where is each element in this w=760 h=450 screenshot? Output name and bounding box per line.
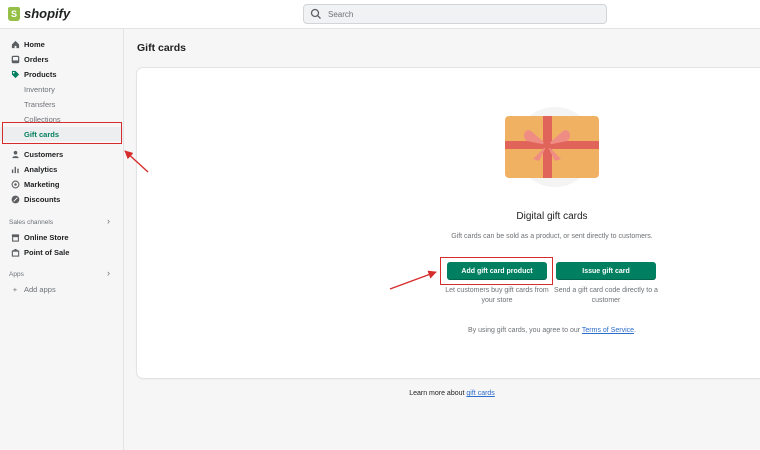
sidebar-item-home[interactable]: Home [0,37,123,51]
learn-more: Learn more about gift cards [137,390,760,397]
gift-card-illustration [505,107,599,187]
gift-cards-help-link[interactable]: gift cards [466,390,494,397]
terms-suffix: . [634,327,636,334]
add-apps-button[interactable]: + Add apps [0,282,123,296]
sidebar-item-label: Online Store [24,232,69,242]
shopify-logo[interactable]: shopify [8,6,70,21]
sales-channels-label: Sales channels [9,219,54,226]
pos-icon [10,247,20,257]
card-title: Digital gift cards [516,211,588,222]
search-input[interactable] [326,8,590,20]
bar-chart-icon [10,164,20,174]
sidebar-item-customers[interactable]: Customers [0,147,123,161]
sidebar-subitem-transfers[interactable]: Transfers [0,97,123,111]
sidebar-item-label: Marketing [24,179,60,189]
sidebar-item-analytics[interactable]: Analytics [0,162,123,176]
person-icon [10,149,20,159]
discount-icon [10,194,20,204]
terms-notice: By using gift cards, you agree to our Te… [427,327,677,334]
add-product-description: Let customers buy gift cards from your s… [445,287,549,304]
sidebar-item-label: Point of Sale [24,247,70,257]
home-icon [10,39,20,49]
shopping-bag-icon [8,6,20,21]
add-apps-label: Add apps [24,284,56,294]
issue-gift-card-button[interactable]: Issue gift card [556,262,656,280]
plus-icon: + [12,284,18,294]
sidebar-item-products[interactable]: Products [0,67,123,81]
sidebar-item-label: Home [24,39,45,49]
sidebar-item-label: Customers [24,149,64,159]
sidebar-item-label: Products [24,69,57,79]
sidebar-item-label: Orders [24,54,49,64]
apps-label: Apps [9,271,24,278]
brand-name: shopify [24,6,71,21]
store-icon [10,232,20,242]
sidebar: Home Orders Products Inventory Transfers… [0,29,124,450]
top-bar: shopify [0,0,760,29]
page-title: Gift cards [137,42,187,54]
sidebar-item-point-of-sale[interactable]: Point of Sale [0,245,123,259]
target-icon [10,179,20,189]
sidebar-subitem-inventory[interactable]: Inventory [0,82,123,96]
sidebar-item-discounts[interactable]: Discounts [0,192,123,206]
search-box[interactable] [303,4,607,24]
learn-prefix: Learn more about [409,390,465,397]
terms-prefix: By using gift cards, you agree to our [468,327,581,334]
orders-icon [10,54,20,64]
tag-icon [10,69,20,79]
sidebar-item-label: Discounts [24,194,61,204]
sidebar-item-marketing[interactable]: Marketing [0,177,123,191]
sidebar-item-orders[interactable]: Orders [0,52,123,66]
sidebar-item-online-store[interactable]: Online Store [0,230,123,244]
card-subtitle: Gift cards can be sold as a product, or … [451,233,653,240]
search-icon [310,8,321,19]
chevron-right-icon[interactable]: › [107,268,110,278]
chevron-right-icon[interactable]: › [107,216,110,226]
annotation-highlight-box [440,257,553,285]
gift-cards-card: Digital gift cards Gift cards can be sol… [137,68,760,378]
annotation-highlight-box [2,122,122,144]
sidebar-item-label: Analytics [24,164,58,174]
terms-of-service-link[interactable]: Terms of Service [582,327,634,334]
issue-card-description: Send a gift card code directly to a cust… [554,287,658,304]
